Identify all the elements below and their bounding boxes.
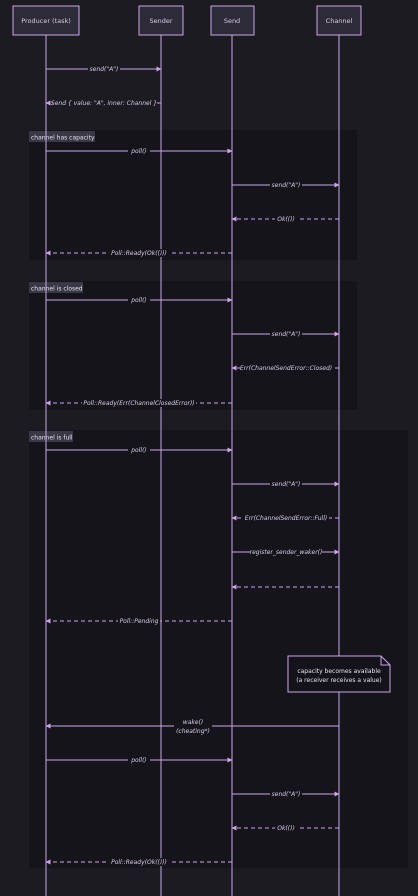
message-label: Err(ChannelSendError::Closed) [240, 365, 332, 372]
note-line-2: (a receiver receives a value) [296, 677, 382, 684]
message-label: Ok(()) [277, 825, 295, 832]
actor-channel: Channel [316, 5, 362, 36]
message: Err(ChannelSendError::Full) [231, 514, 339, 522]
message-label: poll() [130, 297, 147, 304]
message-label: poll() [130, 148, 147, 155]
message-label: send("A") [272, 791, 301, 798]
note-line-1: capacity becomes available [297, 668, 381, 675]
actor-label: Sender [149, 17, 172, 25]
message-label: Poll::Pending [120, 618, 159, 625]
message-label: send("A") [272, 331, 301, 338]
message-label: poll() [130, 757, 147, 764]
message-label: Poll::Ready(Err(ChannelClosedError)) [83, 400, 194, 407]
message-label: Poll::Ready(Ok(())) [111, 250, 167, 257]
message-label: Err(ChannelSendError::Full) [245, 515, 327, 522]
actor-label: Send [224, 17, 240, 25]
note: capacity becomes available (a receiver r… [287, 655, 391, 693]
message: Send { value: "A", inner: Channel } [45, 99, 161, 107]
message-label: Send { value: "A", inner: Channel } [51, 100, 157, 107]
message-label: Poll::Ready(Ok(())) [111, 859, 167, 866]
message-label: wake() [183, 719, 203, 726]
sequence-diagram: channel has capacity channel is closed c… [12, 5, 408, 896]
actor-label: Producer (task) [21, 17, 71, 25]
message-label: register_sender_waker() [250, 549, 323, 556]
section-channel-is-full: channel is full [29, 430, 408, 868]
section-channel-has-capacity: channel has capacity [29, 130, 357, 260]
section-label: channel is closed [31, 286, 83, 293]
actor-producer: Producer (task) [12, 5, 80, 36]
section-label: channel is full [31, 435, 73, 442]
actor-sender: Sender [138, 5, 184, 36]
message: send("A") [46, 65, 162, 73]
message-label: send("A") [90, 66, 119, 73]
message-label: Ok(()) [277, 216, 295, 223]
section-label: channel has capacity [31, 135, 95, 142]
message-label-line-2: (cheating*) [176, 728, 210, 735]
message: Err(ChannelSendError::Closed) [231, 364, 339, 372]
message-label: send("A") [272, 481, 301, 488]
actor-send: Send [210, 5, 255, 36]
actor-label: Channel [326, 17, 353, 25]
message-label: send("A") [272, 182, 301, 189]
message-label: poll() [130, 447, 147, 454]
